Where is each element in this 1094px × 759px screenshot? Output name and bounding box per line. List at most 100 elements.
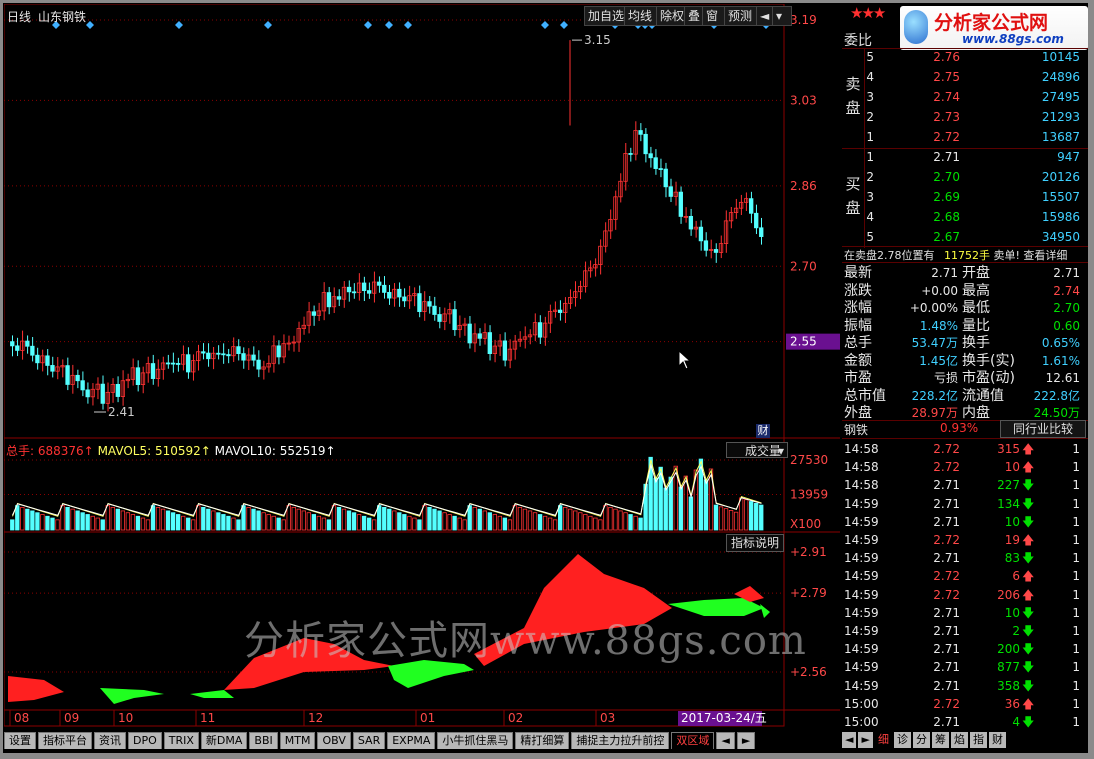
tick-count: 1 xyxy=(1072,569,1080,584)
bottom-tab-1[interactable]: 指标平台 xyxy=(38,732,92,749)
logo-globe-icon xyxy=(904,10,928,44)
volume-bar xyxy=(568,508,573,531)
panel-tab-6[interactable]: 财 xyxy=(988,732,1006,748)
volume-bar xyxy=(578,512,583,531)
sell-volume: 24896 xyxy=(1041,70,1080,84)
tick-time: 14:59 xyxy=(844,678,879,693)
candle-body xyxy=(638,130,643,135)
bottom-tab-12[interactable]: 精打细算 xyxy=(515,732,570,749)
date-tick-label: 08 xyxy=(14,711,29,725)
buy-row[interactable]: 3 2.69 15507 xyxy=(842,188,1088,206)
tab-scroll-right-icon[interactable]: ► xyxy=(736,732,756,749)
volume-bar xyxy=(281,519,286,531)
large-order-notice[interactable]: 在卖盘2.78位置有 11752手 卖单! 查看详细 xyxy=(844,247,1067,263)
volume-bar xyxy=(618,510,623,531)
panel-tab-2[interactable]: 分 xyxy=(912,732,930,748)
volume-bar xyxy=(45,515,50,531)
bottom-tab-7[interactable]: MTM xyxy=(279,732,316,749)
volume-bar xyxy=(527,510,533,531)
logo-url: www.88gs.com xyxy=(962,32,1064,46)
tick-count: 1 xyxy=(1072,496,1080,511)
bottom-tab-14[interactable]: 双区域 xyxy=(671,732,715,749)
panel-scroll-left-icon[interactable]: ◄ xyxy=(842,732,857,748)
quote-row: 涨跌 +0.00 最高 2.74 xyxy=(842,282,1088,300)
volume-bar xyxy=(331,505,337,531)
sell-row[interactable]: 2 2.73 21293 xyxy=(842,108,1088,126)
sell-row[interactable]: 1 2.72 13687 xyxy=(842,128,1088,146)
indicator-region-1 xyxy=(64,688,164,704)
date-tick-label: 01 xyxy=(420,711,435,725)
volume-bar xyxy=(759,504,764,531)
buy-row[interactable]: 4 2.68 15986 xyxy=(842,208,1088,226)
volume-bar xyxy=(749,501,754,531)
chart-area[interactable]: 3.19 3.03 2.86 2.70 2.55 3.15 2.41 27530 13959 X1… xyxy=(4,4,840,730)
volume-bar xyxy=(175,514,181,531)
panel-tab-3[interactable]: 筹 xyxy=(931,732,949,748)
bottom-tab-8[interactable]: OBV xyxy=(317,732,351,749)
tick-price: 2.72 xyxy=(933,696,960,711)
candle-body xyxy=(351,291,357,294)
bottom-tab-10[interactable]: EXPMA xyxy=(387,732,436,749)
sell-row[interactable]: 5 2.76 10145 xyxy=(842,48,1088,66)
panel-scroll-right-icon[interactable]: ► xyxy=(858,732,873,748)
volume-multiplier-label: X100 xyxy=(790,517,821,531)
bottom-tab-5[interactable]: 新DMA xyxy=(200,732,248,749)
volume-bar xyxy=(55,519,60,531)
volume-bar xyxy=(457,517,462,531)
panel-tab-5[interactable]: 指 xyxy=(969,732,987,748)
sell-row[interactable]: 3 2.74 27495 xyxy=(842,88,1088,106)
bottom-tab-0[interactable]: 设置 xyxy=(4,732,36,749)
toolbar-button-1[interactable]: 均线 xyxy=(624,6,660,26)
volume-bar xyxy=(608,506,613,531)
bottom-tab-6[interactable]: BBI xyxy=(249,732,278,749)
quote-label: 开盘 xyxy=(962,265,990,281)
volume-bar xyxy=(306,512,312,531)
tick-count: 1 xyxy=(1072,551,1080,566)
volume-bar xyxy=(573,510,578,531)
bottom-tab-2[interactable]: 资讯 xyxy=(94,732,126,749)
volume-bar xyxy=(140,517,146,531)
candle-body xyxy=(759,227,764,237)
volume-bar xyxy=(115,508,120,531)
volume-bar xyxy=(221,514,226,531)
date-tick-label: 02 xyxy=(508,711,523,725)
bottom-tab-4[interactable]: TRIX xyxy=(163,732,199,749)
volume-indicator-select[interactable]: 成交量 ▾ xyxy=(726,442,788,458)
tick-row: 15:00 2.71 4 🡇 1 xyxy=(842,713,1088,731)
volume-bar xyxy=(377,505,382,531)
tick-price: 2.72 xyxy=(933,460,960,475)
tick-row: 14:59 2.71 358 🡇 1 xyxy=(842,677,1088,695)
finance-tag[interactable]: 财 xyxy=(756,424,770,438)
buy-row[interactable]: 2 2.70 20126 xyxy=(842,168,1088,186)
panel-tab-0[interactable]: 细 xyxy=(874,732,892,748)
bottom-tab-11[interactable]: 小牛抓住黑马 xyxy=(437,732,514,749)
price-tick-label: 3.19 xyxy=(790,13,817,27)
buy-volume: 947 xyxy=(1057,150,1080,164)
buy-row[interactable]: 5 2.67 34950 xyxy=(842,228,1088,246)
quote-label: 最低 xyxy=(962,300,990,316)
volume-bar xyxy=(20,506,25,531)
buy-row[interactable]: 1 2.71 947 xyxy=(842,148,1088,166)
bottom-tab-9[interactable]: SAR xyxy=(352,732,386,749)
toolbar-menu-chevron-icon[interactable]: ▾ xyxy=(772,6,792,26)
indicator-tick-label: +2.91 xyxy=(790,545,827,559)
volume-bar xyxy=(60,505,65,531)
industry-compare-button[interactable]: 同行业比较 xyxy=(1000,420,1086,438)
tick-row: 14:59 2.71 2 🡇 1 xyxy=(842,622,1088,640)
toolbar-button-5[interactable]: 预测 xyxy=(724,6,760,26)
tick-price: 2.71 xyxy=(933,678,960,693)
candle-body xyxy=(417,293,422,312)
indicator-help-button[interactable]: 指标说明 xyxy=(726,534,784,552)
bottom-tab-3[interactable]: DPO xyxy=(128,732,162,749)
tick-row: 14:59 2.71 83 🡇 1 xyxy=(842,549,1088,567)
bottom-tab-13[interactable]: 捕捉主力拉升前控 xyxy=(571,732,670,749)
panel-tab-4[interactable]: 焰 xyxy=(950,732,968,748)
tab-scroll-left-icon[interactable]: ◄ xyxy=(716,732,735,749)
sell-row[interactable]: 4 2.75 24896 xyxy=(842,68,1088,86)
volume-bar xyxy=(256,510,261,531)
tick-price: 2.71 xyxy=(933,715,960,729)
sell-level: 5 xyxy=(866,50,874,64)
tick-count: 1 xyxy=(1072,660,1080,675)
volume-bar xyxy=(467,505,472,531)
panel-tab-1[interactable]: 诊 xyxy=(893,732,911,748)
